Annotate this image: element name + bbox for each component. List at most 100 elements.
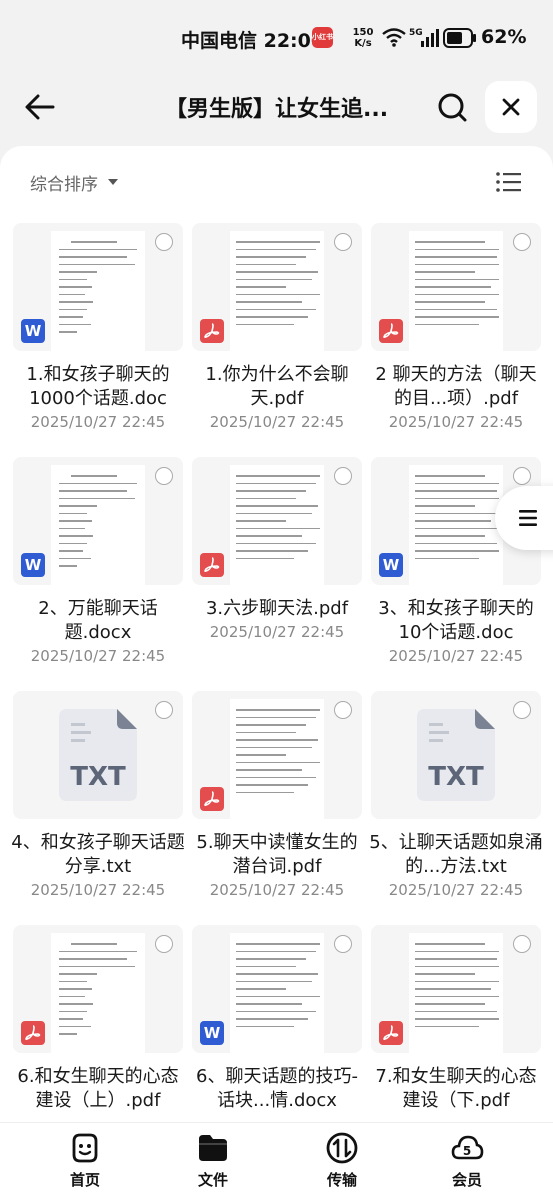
preview-text-line bbox=[415, 973, 475, 975]
battery-icon bbox=[443, 28, 476, 48]
preview-text-line bbox=[236, 241, 320, 243]
select-checkbox[interactable] bbox=[155, 467, 173, 485]
preview-text-line bbox=[236, 731, 296, 733]
preview-text-line bbox=[236, 1018, 308, 1020]
app-notification-icon: 小红书 bbox=[312, 27, 333, 48]
document-preview bbox=[409, 231, 503, 351]
nav-item-vip[interactable]: 5 会员 bbox=[422, 1131, 512, 1190]
wifi-icon bbox=[382, 28, 406, 47]
preview-text-line bbox=[71, 943, 117, 945]
preview-text-line bbox=[236, 776, 316, 778]
select-checkbox[interactable] bbox=[334, 701, 352, 719]
file-thumbnail: TXT bbox=[371, 691, 541, 819]
pdf-icon bbox=[379, 1021, 403, 1045]
select-checkbox[interactable] bbox=[513, 467, 531, 485]
preview-text-line bbox=[59, 988, 92, 990]
file-thumbnail bbox=[371, 223, 541, 351]
nav-item-home[interactable]: 首页 bbox=[40, 1131, 130, 1190]
file-name: 3.六步聊天法.pdf bbox=[205, 598, 349, 619]
close-icon bbox=[502, 98, 520, 116]
select-checkbox[interactable] bbox=[334, 233, 352, 251]
preview-text-line bbox=[59, 973, 97, 975]
file-thumbnail: TXT bbox=[13, 691, 183, 819]
preview-text-line bbox=[415, 550, 499, 552]
preview-text-line bbox=[415, 527, 499, 529]
document-preview bbox=[409, 465, 503, 585]
preview-text-line bbox=[415, 475, 485, 477]
select-checkbox[interactable] bbox=[334, 467, 352, 485]
file-name: 7.和女生聊天的心态建设（下.pdf bbox=[375, 1066, 537, 1111]
status-carrier-time: 中国电信 22:00 bbox=[181, 30, 325, 52]
sort-dropdown[interactable]: 综合排序 bbox=[30, 170, 118, 195]
preview-text-line bbox=[415, 965, 499, 967]
document-preview bbox=[51, 465, 145, 585]
preview-text-line bbox=[59, 512, 87, 514]
preview-text-line bbox=[59, 316, 83, 318]
select-checkbox[interactable] bbox=[334, 935, 352, 953]
preview-text-line bbox=[59, 497, 135, 499]
preview-text-line bbox=[236, 791, 294, 793]
document-preview bbox=[51, 933, 145, 1053]
select-checkbox[interactable] bbox=[513, 701, 531, 719]
preview-text-line bbox=[415, 1010, 497, 1012]
select-checkbox[interactable] bbox=[513, 935, 531, 953]
preview-text-line bbox=[415, 263, 499, 265]
battery-percent: 62% bbox=[481, 26, 527, 48]
preview-text-line bbox=[236, 754, 286, 756]
preview-text-line bbox=[236, 263, 296, 265]
nav-label-transfer: 传输 bbox=[326, 1171, 357, 1189]
side-menu-handle[interactable] bbox=[495, 486, 553, 550]
select-checkbox[interactable] bbox=[155, 233, 173, 251]
txt-file-icon: TXT bbox=[417, 709, 495, 801]
back-button[interactable] bbox=[18, 85, 62, 129]
preview-text-line bbox=[236, 286, 286, 288]
txt-file-icon: TXT bbox=[59, 709, 137, 801]
preview-text-line bbox=[59, 980, 87, 982]
document-preview bbox=[51, 231, 145, 351]
preview-text-line bbox=[236, 475, 320, 477]
list-view-icon[interactable] bbox=[494, 167, 524, 197]
file-thumbnail: W bbox=[13, 457, 183, 585]
nav-label-vip: 会员 bbox=[451, 1171, 482, 1189]
preview-text-line bbox=[59, 308, 87, 310]
status-bar: 中国电信 22:00 小红书 150 K/s 5G 62% bbox=[0, 0, 553, 76]
preview-text-line bbox=[236, 301, 302, 303]
preview-text-line bbox=[236, 709, 320, 711]
close-button[interactable] bbox=[485, 81, 537, 133]
preview-text-line bbox=[59, 550, 83, 552]
svg-text:5: 5 bbox=[463, 1144, 471, 1158]
preview-text-line bbox=[415, 286, 491, 288]
preview-text-line bbox=[236, 950, 316, 952]
select-checkbox[interactable] bbox=[513, 233, 531, 251]
preview-text-line bbox=[59, 271, 97, 273]
preview-text-line bbox=[415, 988, 491, 990]
preview-text-line bbox=[59, 1025, 91, 1027]
preview-text-line bbox=[415, 482, 499, 484]
preview-text-line bbox=[71, 475, 117, 477]
preview-text-line bbox=[59, 301, 93, 303]
preview-text-line bbox=[415, 520, 491, 522]
folder-icon bbox=[199, 1135, 227, 1161]
preview-text-line bbox=[59, 557, 91, 559]
preview-text-line bbox=[236, 308, 316, 310]
file-name: 6、聊天话题的技巧-话块...情.docx bbox=[196, 1066, 358, 1111]
preview-text-line bbox=[59, 248, 137, 250]
nav-item-transfer[interactable]: 传输 bbox=[297, 1131, 387, 1190]
preview-text-line bbox=[236, 293, 320, 295]
file-date: 2025/10/27 22:45 bbox=[388, 647, 524, 665]
sort-label: 综合排序 bbox=[30, 174, 98, 195]
search-button[interactable] bbox=[430, 85, 474, 129]
preview-text-line bbox=[236, 550, 308, 552]
preview-text-line bbox=[236, 520, 286, 522]
select-checkbox[interactable] bbox=[155, 935, 173, 953]
header: 【男生版】让女生追... bbox=[0, 76, 553, 146]
preview-text-line bbox=[59, 527, 85, 529]
preview-text-line bbox=[236, 995, 320, 997]
nav-item-files[interactable]: 文件 bbox=[168, 1131, 258, 1190]
preview-text-line bbox=[236, 988, 286, 990]
menu-icon bbox=[519, 510, 537, 526]
pdf-icon bbox=[200, 319, 224, 343]
preview-text-line bbox=[415, 256, 497, 258]
select-checkbox[interactable] bbox=[155, 701, 173, 719]
nav-label-files: 文件 bbox=[197, 1171, 228, 1189]
